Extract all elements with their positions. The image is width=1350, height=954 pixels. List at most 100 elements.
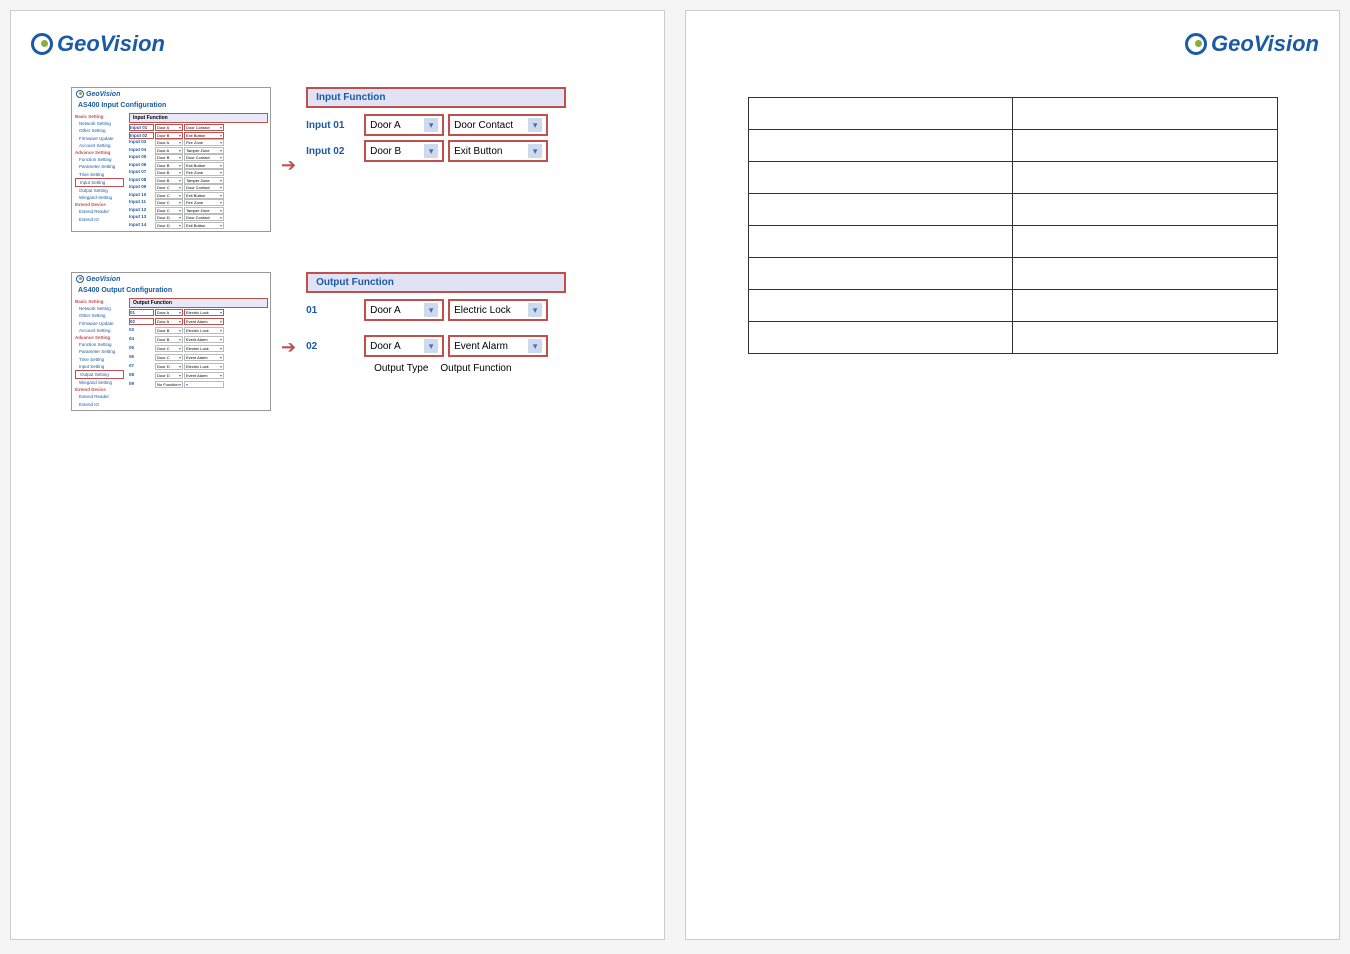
function-select[interactable]: Door Contact▾ [184,184,224,191]
table-row: 07 Door D▾ Electric Lock▾ [129,363,268,370]
table-row: Input 03 Door A▾ Fire Zone▾ [129,139,268,146]
table-row: Input 10 Door C▾ Exit Button▾ [129,192,268,199]
input-mini-title: AS400 Input Configuration [72,100,270,111]
function-select[interactable]: Electric Lock▾ [184,363,224,370]
door-select[interactable]: Door C▾ [155,199,183,206]
function-select[interactable]: Electric Lock▾ [184,309,224,316]
function-select[interactable]: Electric Lock▾ [184,345,224,352]
door-select[interactable]: Door C▾ [155,354,183,361]
door-select[interactable]: Door A▾ [364,299,444,321]
function-select[interactable]: Door Contact▾ [184,214,224,221]
door-select[interactable]: Door A▾ [155,147,183,154]
door-select[interactable]: Door B▾ [364,140,444,162]
table-row: 06 Door C▾ Event Alarm▾ [129,354,268,361]
function-select[interactable]: Exit Button▾ [184,222,224,229]
function-select[interactable]: Event Alarm▾ [184,372,224,379]
function-select[interactable]: Exit Button▾ [184,132,224,139]
table-row: Input 05 Door B▾ Door Contact▾ [129,154,268,161]
function-select[interactable]: Door Contact▾ [184,154,224,161]
function-select[interactable]: Door Contact▾ [448,114,548,136]
door-select[interactable]: Door C▾ [155,184,183,191]
chevron-down-icon: ▾ [528,303,542,317]
function-select[interactable]: ▾ [184,381,224,388]
logo-header: GeoVision [31,31,644,57]
function-select[interactable]: Event Alarm▾ [184,318,224,325]
door-select[interactable]: Door A▾ [364,114,444,136]
chevron-down-icon: ▾ [424,118,438,132]
table-row: Input 01 Door A▾ Door Contact▾ [129,124,268,131]
function-select[interactable]: Tamper Zone▾ [184,147,224,154]
function-select[interactable]: Exit Button▾ [448,140,548,162]
door-select[interactable]: No Function▾ [155,381,183,388]
function-select[interactable]: Event Alarm▾ [448,335,548,357]
table-row: Input 04 Door A▾ Tamper Zone▾ [129,147,268,154]
chevron-down-icon: ▾ [528,339,542,353]
door-select[interactable]: Door A▾ [155,309,183,316]
output-enlarged: Output Function 01 Door A▾ Electric Lock… [306,272,566,374]
function-select[interactable]: Fire Zone▾ [184,139,224,146]
brand-text: GeoVision [1211,31,1319,57]
door-select[interactable]: Door B▾ [155,177,183,184]
chevron-down-icon: ▾ [528,118,542,132]
table-row: 09 No Function▾ ▾ [129,381,268,388]
output-block: GeoVision AS400 Output Configuration Bas… [71,272,644,411]
door-select[interactable]: Door D▾ [155,363,183,370]
mini-sidebar: Basic Setting Network Setting Other Sett… [72,111,127,231]
table-row: 01 Door A▾ Electric Lock▾ [129,309,268,316]
page-left: GeoVision GeoVision AS400 Input Configur… [10,10,665,940]
page-right: GeoVision [685,10,1340,940]
table-row: Input 06 Door B▾ Exit Button▾ [129,162,268,169]
table-row: 04 Door B▾ Event Alarm▾ [129,336,268,343]
input-enlarged: Input Function Input 01 Door A▾ Door Con… [306,87,566,166]
door-select[interactable]: Door A▾ [155,318,183,325]
logo-header-right: GeoVision [706,31,1319,57]
door-select[interactable]: Door C▾ [155,207,183,214]
output-mini-title: AS400 Output Configuration [72,285,270,296]
table-row: Input 11 Door C▾ Fire Zone▾ [129,199,268,206]
mini-logo-eye-icon [76,90,84,98]
door-select[interactable]: Door C▾ [155,192,183,199]
function-select[interactable]: Electric Lock▾ [448,299,548,321]
function-select[interactable]: Exit Button▾ [184,192,224,199]
door-select[interactable]: Door D▾ [155,214,183,221]
function-select[interactable]: Tamper Zone▾ [184,207,224,214]
function-select[interactable]: Fire Zone▾ [184,169,224,176]
logo-eye-icon [1185,33,1207,55]
function-select[interactable]: Event Alarm▾ [184,354,224,361]
mini-brand: GeoVision [86,91,120,98]
door-select[interactable]: Door C▾ [155,345,183,352]
mini-sidebar: Basic Setting Network Setting Other Sett… [72,296,127,410]
blank-table [748,97,1278,354]
table-row: Input 09 Door C▾ Door Contact▾ [129,184,268,191]
table-row: Input 14 Door D▾ Exit Button▾ [129,222,268,229]
caption-output-type: Output Type [374,363,428,374]
door-select[interactable]: Door B▾ [155,154,183,161]
door-select[interactable]: Door D▾ [155,372,183,379]
function-select[interactable]: Event Alarm▾ [184,336,224,343]
door-select[interactable]: Door B▾ [155,132,183,139]
door-select[interactable]: Door B▾ [155,162,183,169]
door-select[interactable]: Door B▾ [155,327,183,334]
table-row: Input 08 Door B▾ Tamper Zone▾ [129,177,268,184]
table-row: 02 Door A▾ Event Alarm▾ [129,318,268,325]
door-select[interactable]: Door A▾ [155,139,183,146]
mini-brand: GeoVision [86,276,120,283]
table-row: Input 02 Door B▾ Exit Button▾ [129,132,268,139]
function-select[interactable]: Tamper Zone▾ [184,177,224,184]
door-select[interactable]: Door D▾ [155,222,183,229]
function-select[interactable]: Electric Lock▾ [184,327,224,334]
function-select[interactable]: Door Contact▾ [184,124,224,131]
input-mini-table: Input Function Input 01 Door A▾ Door Con… [127,111,270,231]
door-select[interactable]: Door A▾ [364,335,444,357]
input-block: GeoVision AS400 Input Configuration Basi… [71,87,644,232]
input-mini-app: GeoVision AS400 Input Configuration Basi… [71,87,271,232]
table-row: 03 Door B▾ Electric Lock▾ [129,327,268,334]
arrow-icon: ➔ [281,155,296,176]
function-select[interactable]: Exit Button▾ [184,162,224,169]
function-select[interactable]: Fire Zone▾ [184,199,224,206]
door-select[interactable]: Door B▾ [155,169,183,176]
door-select[interactable]: Door A▾ [155,124,183,131]
brand-text: GeoVision [57,31,165,57]
door-select[interactable]: Door B▾ [155,336,183,343]
chevron-down-icon: ▾ [424,339,438,353]
